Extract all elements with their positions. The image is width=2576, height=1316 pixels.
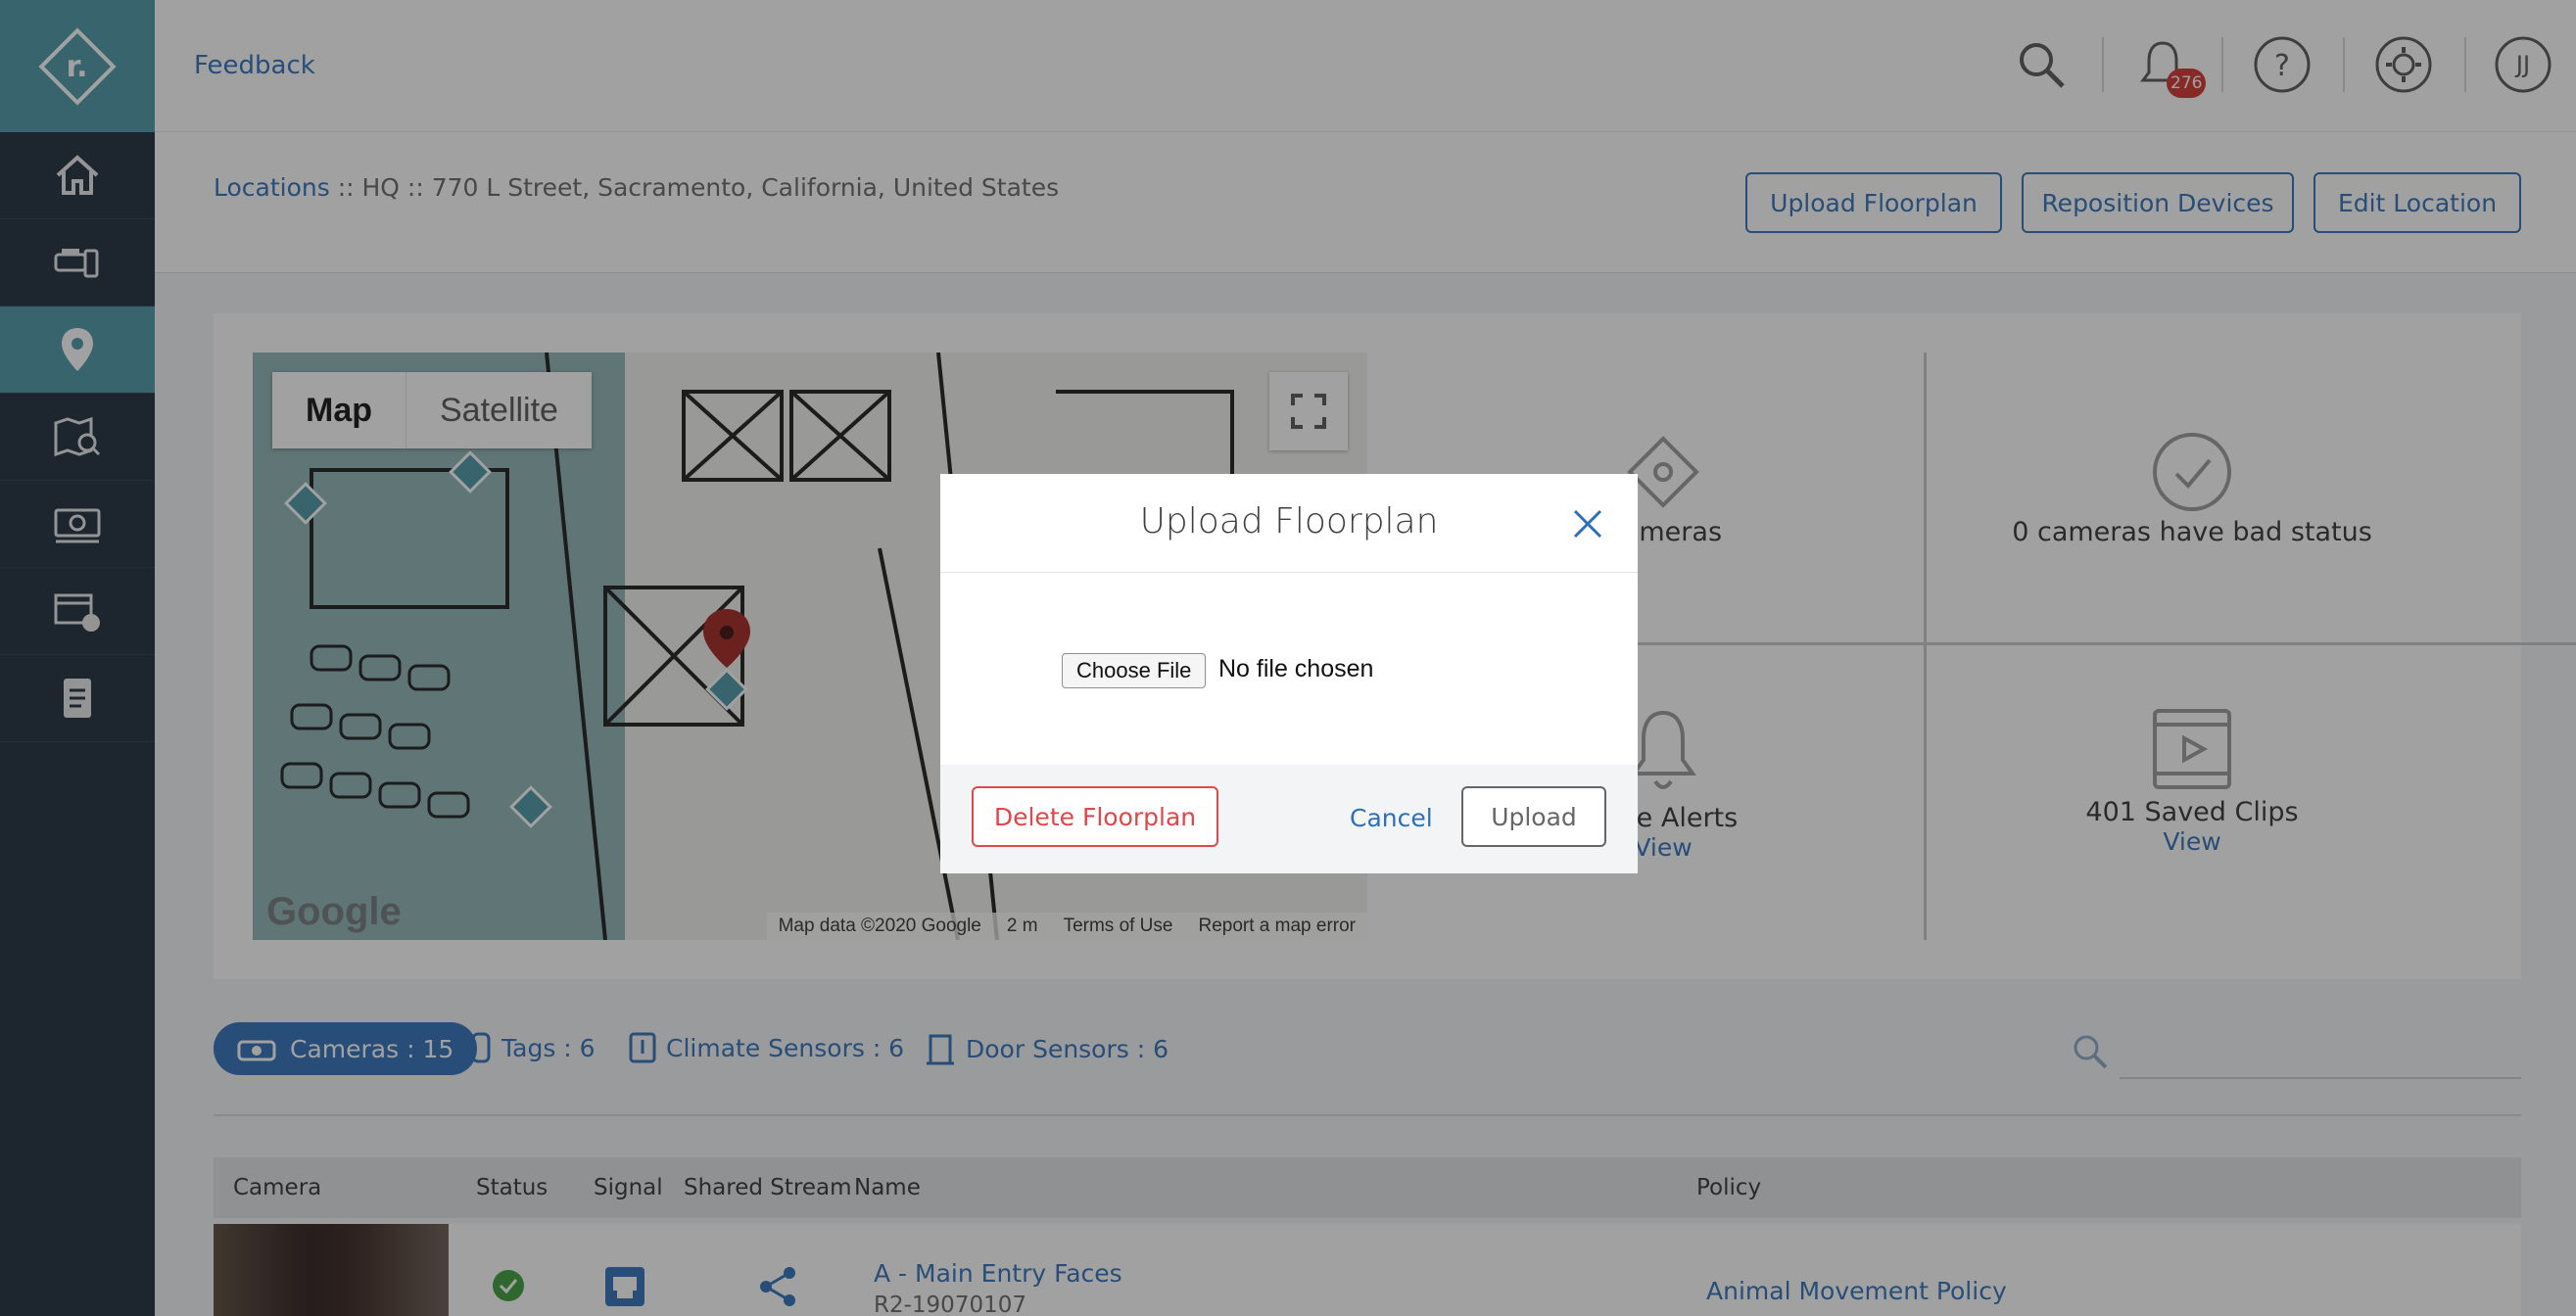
modal-body: Choose File No file chosen	[940, 573, 1638, 765]
choose-file-button[interactable]: Choose File	[1062, 653, 1207, 688]
delete-floorplan-button[interactable]: Delete Floorplan	[972, 786, 1218, 847]
modal-footer: Delete Floorplan Cancel Upload	[940, 765, 1638, 873]
modal-header: Upload Floorplan	[940, 474, 1638, 573]
modal-title: Upload Floorplan	[1139, 501, 1439, 541]
cancel-button[interactable]: Cancel	[1350, 804, 1433, 832]
close-icon[interactable]	[1571, 507, 1604, 540]
upload-button[interactable]: Upload	[1461, 786, 1606, 847]
file-status: No file chosen	[1218, 655, 1374, 682]
upload-floorplan-modal: Upload Floorplan Choose File No file cho…	[940, 474, 1638, 873]
